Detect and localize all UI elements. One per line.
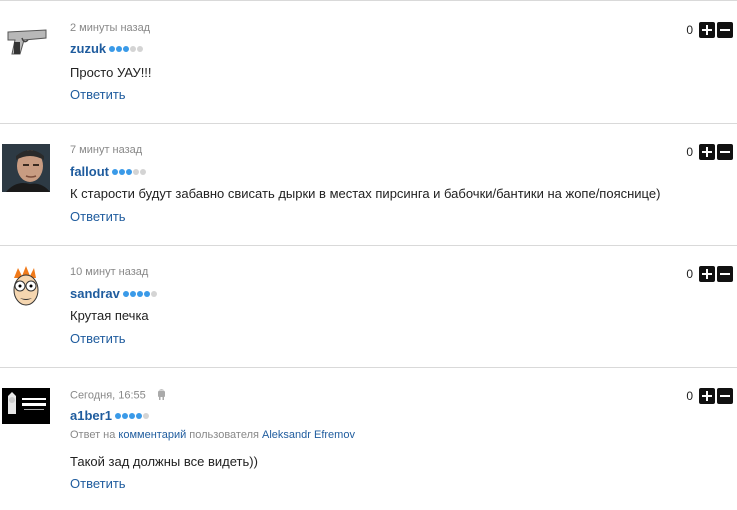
reply-button[interactable]: Ответить [70,476,126,491]
reply-button[interactable]: Ответить [70,331,126,346]
comment-item: 2 минуты назад zuzuk Просто УАУ!!! Ответ… [0,0,737,122]
parent-comment-link[interactable]: комментарий [118,429,186,441]
vote-score: 0 [686,145,693,159]
downvote-button[interactable] [717,388,733,404]
comment-time: Сегодня, 16:55 [70,388,166,403]
godfather-avatar[interactable] [2,388,50,436]
downvote-button[interactable] [717,22,733,38]
upvote-button[interactable] [699,266,715,282]
downvote-button[interactable] [717,266,733,282]
user-rank [122,290,158,297]
comment-text: Такой зад должны все видеть)) [70,454,258,469]
username-link[interactable]: zuzuk [70,41,144,56]
comment-time: 7 минут назад [70,144,143,156]
comment-time: 10 минут назад [70,266,149,278]
vote-score: 0 [686,267,693,281]
username-link[interactable]: fallout [70,164,147,179]
reply-button[interactable]: Ответить [70,209,126,224]
upvote-button[interactable] [699,388,715,404]
vote-control: 0 [686,388,733,404]
upvote-button[interactable] [699,144,715,160]
comment-item: 10 минут назад sandrav Крутая печка Отве… [0,246,737,367]
username[interactable]: zuzuk [70,41,106,56]
cartoon-fry-avatar[interactable] [2,264,50,312]
comment-text: Крутая печка [70,308,149,323]
comment-time: 2 минуты назад [70,22,151,34]
vote-control: 0 [686,22,733,38]
vote-score: 0 [686,389,693,403]
vote-score: 0 [686,23,693,37]
comment-feed: 2 минуты назад zuzuk Просто УАУ!!! Ответ… [0,0,737,510]
reply-to-info: Ответ на комментарий пользователя Aleksa… [70,429,355,441]
comment-text: Просто УАУ!!! [70,65,152,80]
upvote-button[interactable] [699,22,715,38]
comment-item: 7 минут назад fallout К старости будут з… [0,124,737,245]
user-rank [109,45,144,52]
downvote-button[interactable] [717,144,733,160]
username[interactable]: sandrav [70,286,120,301]
comment-text: К старости будут забавно свисать дырки в… [70,186,661,201]
android-icon [157,388,166,403]
vote-control: 0 [686,144,733,160]
username-link[interactable]: sandrav [70,286,158,301]
comment-item: Сегодня, 16:55 a1ber1 Ответ на комментар… [0,368,737,510]
username[interactable]: a1ber1 [70,408,112,423]
vote-control: 0 [686,266,733,282]
username[interactable]: fallout [70,164,109,179]
username-link[interactable]: a1ber1 [70,408,150,423]
user-rank [114,412,150,419]
pistol-avatar[interactable] [2,18,50,66]
reply-button[interactable]: Ответить [70,87,126,102]
man-photo-avatar[interactable] [2,144,50,192]
parent-user-link[interactable]: Aleksandr Efremov [262,429,355,441]
user-rank [112,168,147,175]
